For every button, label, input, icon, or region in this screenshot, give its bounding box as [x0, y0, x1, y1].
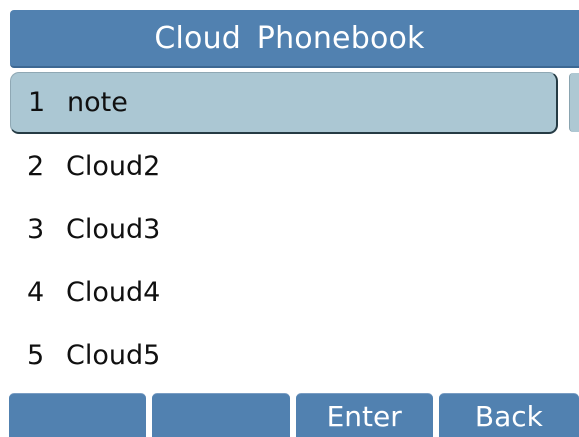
back-button[interactable]: Back: [438, 393, 579, 437]
softkey-2[interactable]: [152, 393, 290, 437]
item-number: 3: [27, 214, 45, 245]
softkey-1[interactable]: [9, 393, 147, 437]
item-name: note: [67, 87, 128, 118]
list-item[interactable]: 3 Cloud3: [10, 198, 558, 261]
scrollbar[interactable]: [569, 73, 579, 132]
softkey-bar: Enter Back: [0, 393, 579, 437]
item-name: Cloud3: [66, 214, 161, 245]
item-number: 4: [27, 277, 45, 308]
phone-screen: Cloud Phonebook 1 note 2 Cloud2 3 Cloud3…: [0, 0, 579, 437]
item-name: Cloud2: [66, 151, 161, 182]
item-name: Cloud5: [66, 340, 161, 371]
item-number: 5: [27, 340, 45, 371]
title-bar: Cloud Phonebook: [10, 10, 579, 68]
page-title: Cloud Phonebook: [154, 20, 425, 56]
phonebook-list: 1 note 2 Cloud2 3 Cloud3 4 Cloud4 5 Clou…: [10, 72, 558, 387]
item-name: Cloud4: [66, 277, 161, 308]
list-item[interactable]: 4 Cloud4: [10, 261, 558, 324]
list-item[interactable]: 5 Cloud5: [10, 324, 558, 387]
item-number: 2: [27, 151, 45, 182]
enter-button[interactable]: Enter: [295, 393, 433, 437]
list-item[interactable]: 1 note: [10, 72, 558, 134]
item-number: 1: [28, 87, 46, 118]
list-item[interactable]: 2 Cloud2: [10, 135, 558, 198]
